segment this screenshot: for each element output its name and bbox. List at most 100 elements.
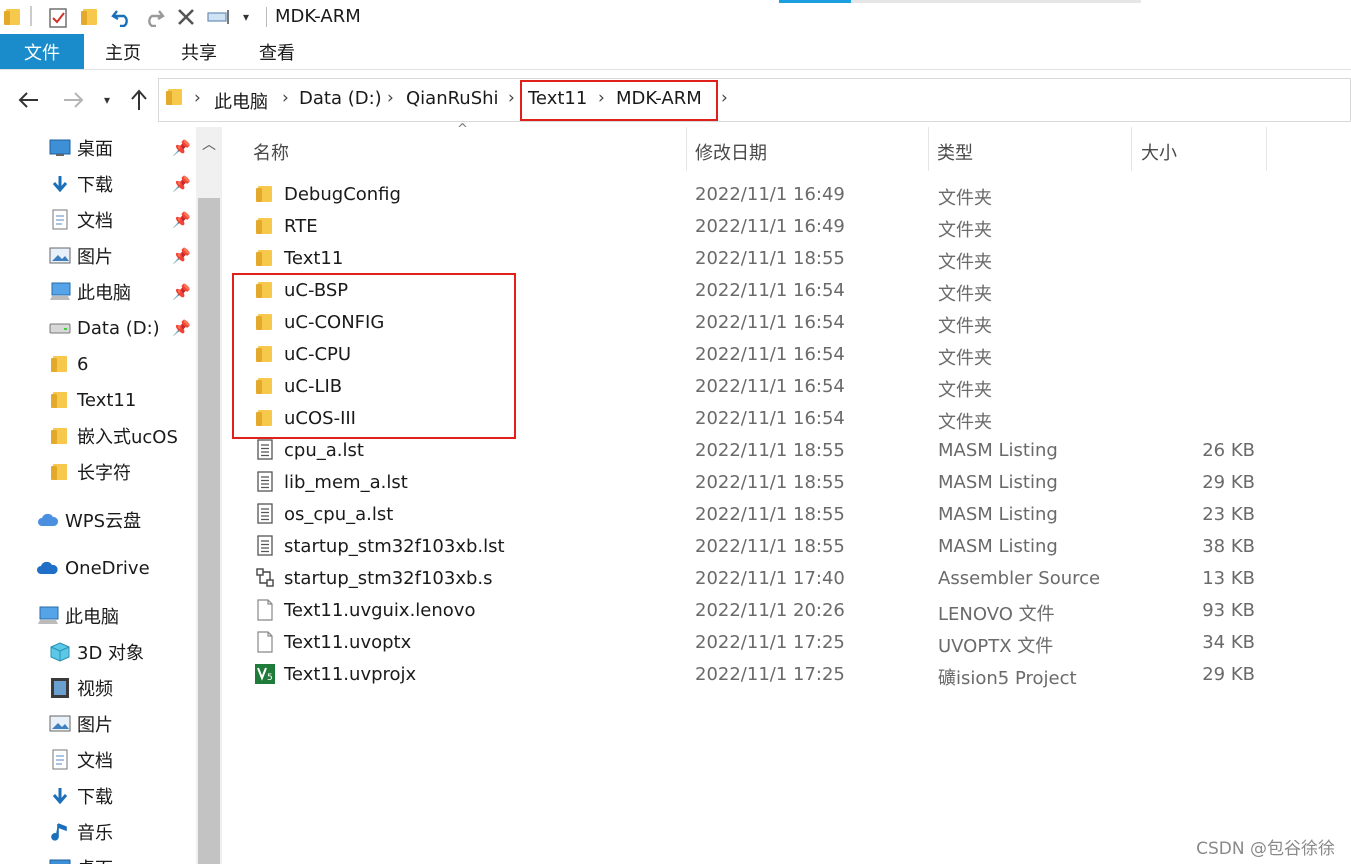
file-type: 礦ision5 Project — [938, 668, 1077, 689]
listing-file-icon — [254, 439, 276, 461]
tab-home[interactable]: 主页 — [92, 34, 154, 69]
file-row[interactable]: startup_stm32f103xb.s 2022/11/1 17:40 Asse… — [240, 563, 1280, 595]
sidebar-item-desktop[interactable]: 桌面 📌 — [0, 131, 196, 165]
breadcrumb-chevron-icon[interactable]: › — [194, 88, 201, 108]
pin-icon[interactable]: 📌 — [172, 139, 191, 157]
sidebar-item-onedrive[interactable]: OneDrive — [0, 551, 196, 585]
up-arrow-icon[interactable] — [124, 86, 154, 114]
file-row[interactable]: RTE 2022/11/1 16:49 文件夹 — [240, 211, 1280, 243]
sidebar-item-videos[interactable]: 视频 — [0, 671, 196, 705]
breadcrumb-data-drive[interactable]: Data (D:) — [299, 88, 382, 109]
sidebar-item-data-drive[interactable]: Data (D:) 📌 — [0, 311, 196, 345]
pin-icon[interactable]: 📌 — [172, 283, 191, 301]
download-icon — [48, 173, 72, 195]
forward-arrow-icon[interactable] — [58, 86, 88, 114]
listing-file-icon — [254, 471, 276, 493]
recent-locations-chevron-icon[interactable]: ▾ — [98, 86, 116, 114]
file-row[interactable]: lib_mem_a.lst 2022/11/1 18:55 MASM Listing… — [240, 467, 1280, 499]
breadcrumb-chevron-icon[interactable]: › — [508, 88, 515, 108]
file-name[interactable]: cpu_a.lst — [284, 440, 364, 461]
sidebar-item-this-pc-root[interactable]: 此电脑 — [0, 599, 196, 633]
sidebar-item-embedded-ucos[interactable]: 嵌入式ucOS — [0, 419, 196, 453]
tab-file[interactable]: 文件 — [0, 34, 84, 69]
pin-icon[interactable]: 📌 — [172, 175, 191, 193]
file-row[interactable]: 5 Text11.uvprojx 2022/11/1 17:25 礦ision5 Pr… — [240, 659, 1280, 691]
file-row[interactable]: Text11.uvguix.lenovo 2022/11/1 20:26 LENOV… — [240, 595, 1280, 627]
sidebar-item-label: 长字符 — [77, 463, 131, 484]
file-row[interactable]: Text11.uvoptx 2022/11/1 17:25 UVOPTX 文件 34 … — [240, 627, 1280, 659]
tab-share[interactable]: 共享 — [168, 34, 230, 69]
sidebar-item-label: 文档 — [77, 211, 113, 232]
file-row[interactable]: cpu_a.lst 2022/11/1 18:55 MASM Listing 26 K… — [240, 435, 1280, 467]
file-name[interactable]: Text11.uvguix.lenovo — [284, 600, 475, 621]
properties-icon[interactable] — [46, 6, 70, 28]
rename-icon[interactable] — [206, 6, 232, 28]
file-name[interactable]: lib_mem_a.lst — [284, 472, 408, 493]
sidebar-item-desktop-lib[interactable]: 桌面 — [0, 851, 196, 864]
scrollbar-thumb[interactable] — [198, 198, 220, 864]
file-row[interactable]: Text11 2022/11/1 18:55 文件夹 — [240, 243, 1280, 275]
file-size: 34 KB — [1202, 632, 1255, 653]
scroll-up-chevron-icon[interactable]: ︿ — [196, 127, 222, 161]
file-modified-date: 2022/11/1 18:55 — [695, 248, 845, 269]
sidebar-item-long-chars[interactable]: 长字符 — [0, 455, 196, 489]
pin-icon[interactable]: 📌 — [172, 211, 191, 229]
tab-view[interactable]: 查看 — [246, 34, 308, 69]
column-divider[interactable] — [1266, 127, 1267, 171]
cloud-icon — [36, 557, 60, 579]
file-name[interactable]: Text11 — [284, 248, 343, 269]
breadcrumb-chevron-icon[interactable]: › — [721, 88, 728, 108]
sidebar-item-text11[interactable]: Text11 — [0, 383, 196, 417]
file-name[interactable]: Text11.uvoptx — [284, 632, 411, 653]
column-divider[interactable] — [928, 127, 929, 171]
sidebar-item-this-pc[interactable]: 此电脑 📌 — [0, 275, 196, 309]
sidebar-item-pictures-lib[interactable]: 图片 — [0, 707, 196, 741]
sidebar-item-3d-objects[interactable]: 3D 对象 — [0, 635, 196, 669]
file-name[interactable]: startup_stm32f103xb.lst — [284, 536, 505, 557]
breadcrumb-chevron-icon[interactable]: › — [282, 88, 289, 108]
file-modified-date: 2022/11/1 16:49 — [695, 216, 845, 237]
column-header-name[interactable]: 名称 — [253, 139, 289, 165]
customize-quick-access-chevron-icon[interactable]: ▾ — [238, 6, 254, 28]
column-header-type[interactable]: 类型 — [937, 139, 973, 165]
file-name[interactable]: Text11.uvprojx — [284, 664, 416, 685]
document-icon — [48, 749, 72, 771]
breadcrumb-chevron-icon[interactable]: › — [387, 88, 394, 108]
file-name[interactable]: os_cpu_a.lst — [284, 504, 393, 525]
sidebar-item-downloads[interactable]: 下载 📌 — [0, 167, 196, 201]
breadcrumb-qianrushi[interactable]: QianRuShi — [406, 88, 499, 109]
sidebar-item-label: OneDrive — [65, 557, 150, 579]
file-row[interactable]: os_cpu_a.lst 2022/11/1 18:55 MASM Listing 2… — [240, 499, 1280, 531]
sidebar-item-downloads-lib[interactable]: 下载 — [0, 779, 196, 813]
column-header-date[interactable]: 修改日期 — [695, 139, 767, 165]
pin-icon[interactable]: 📌 — [172, 319, 191, 337]
sidebar-item-folder-6[interactable]: 6 — [0, 347, 196, 381]
annotation-highlight-breadcrumb — [520, 80, 718, 121]
sidebar-item-documents-lib[interactable]: 文档 — [0, 743, 196, 777]
delete-icon[interactable] — [174, 6, 198, 28]
back-arrow-icon[interactable] — [14, 86, 44, 114]
sidebar-item-music[interactable]: 音乐 — [0, 815, 196, 849]
file-row[interactable]: startup_stm32f103xb.lst 2022/11/1 18:55 MA… — [240, 531, 1280, 563]
document-icon — [48, 209, 72, 231]
file-name[interactable]: startup_stm32f103xb.s — [284, 568, 493, 589]
breadcrumb-this-pc[interactable]: 此电脑 — [214, 88, 268, 114]
file-name[interactable]: RTE — [284, 216, 318, 237]
sidebar-item-documents[interactable]: 文档 📌 — [0, 203, 196, 237]
sidebar-item-label: Data (D:) — [77, 317, 160, 339]
undo-icon[interactable] — [110, 6, 134, 28]
redo-icon[interactable] — [142, 6, 166, 28]
file-name[interactable]: DebugConfig — [284, 184, 401, 205]
sidebar-item-label: 嵌入式ucOS — [77, 427, 178, 448]
column-divider[interactable] — [686, 127, 687, 171]
column-divider[interactable] — [1131, 127, 1132, 171]
uvision-project-icon: 5 — [254, 663, 276, 685]
sidebar-item-wps-cloud[interactable]: WPS云盘 — [0, 503, 196, 537]
pin-icon[interactable]: 📌 — [172, 247, 191, 265]
file-row[interactable]: DebugConfig 2022/11/1 16:49 文件夹 — [240, 179, 1280, 211]
file-modified-date: 2022/11/1 16:49 — [695, 184, 845, 205]
sidebar-item-pictures[interactable]: 图片 📌 — [0, 239, 196, 273]
column-header-size[interactable]: 大小 — [1141, 139, 1177, 165]
new-folder-icon[interactable] — [80, 6, 100, 28]
file-size: 26 KB — [1202, 440, 1255, 461]
